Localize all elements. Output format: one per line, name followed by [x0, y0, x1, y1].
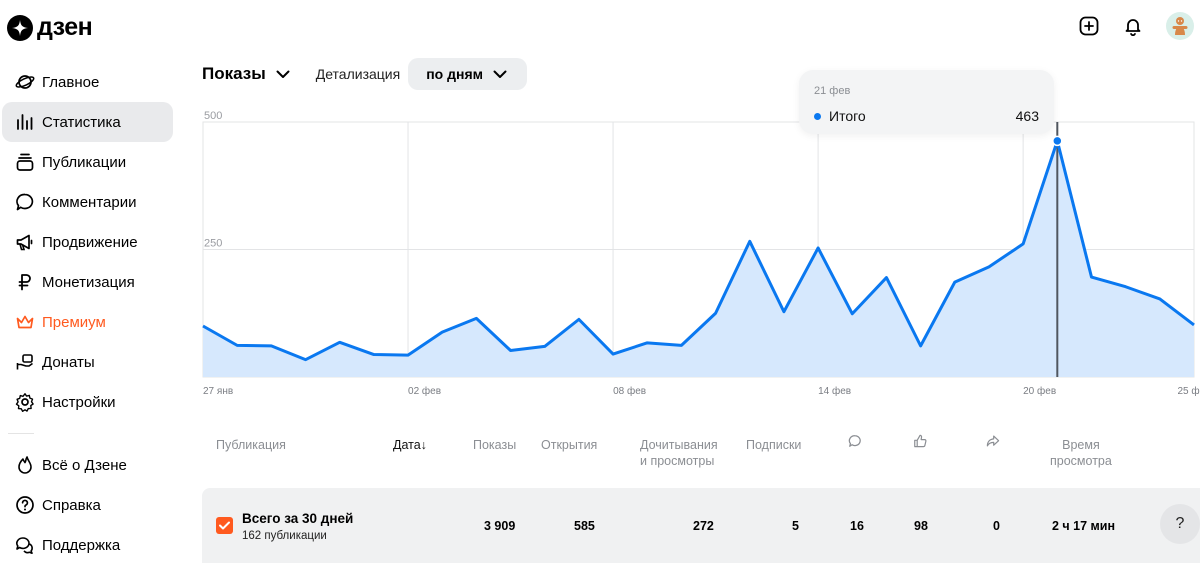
- summary-reads: 272: [693, 519, 714, 533]
- metric-dropdown[interactable]: Показы: [202, 64, 290, 84]
- data-point: [781, 309, 787, 315]
- select-all-checkbox[interactable]: [216, 517, 233, 534]
- data-point: [952, 279, 958, 285]
- x-tick-label: 27 янв: [203, 386, 233, 397]
- data-point: [303, 357, 309, 363]
- x-tick-label: 25 фев: [1177, 385, 1200, 397]
- col-header-reads[interactable]: Дочитывания и просмотры: [640, 437, 718, 469]
- chart-controls: Показы Детализация по дням: [202, 58, 527, 90]
- data-point: [1123, 284, 1129, 290]
- col-header-date[interactable]: Дата↓: [393, 437, 427, 453]
- sidebar-item-label: Поддержка: [42, 536, 121, 554]
- x-tick-label: 08 фев: [613, 385, 646, 397]
- summary-watch-time: 2 ч 17 мин: [1052, 519, 1116, 533]
- data-point: [883, 275, 889, 281]
- summary-subtitle: 162 публикации: [242, 530, 327, 542]
- summary-likes: 98: [914, 519, 928, 533]
- series-dot-icon: [814, 112, 821, 120]
- question-circle-icon: [14, 494, 36, 516]
- data-point: [439, 329, 445, 335]
- data-point: [713, 310, 719, 316]
- chat-bubbles-icon: [14, 534, 36, 556]
- data-point: [405, 352, 411, 358]
- summary-subscriptions: 5: [792, 519, 799, 533]
- detail-value: по дням: [426, 66, 483, 82]
- sidebar-item-label: Всё о Дзене: [42, 456, 127, 474]
- chart-tooltip: 21 фев Итого 463: [799, 70, 1054, 134]
- summary-shares: 0: [993, 519, 1000, 533]
- data-point: [200, 323, 206, 329]
- impressions-chart[interactable]: 025050027 янв02 фев08 фев14 фев20 фев25 …: [0, 100, 1200, 405]
- sidebar-item-label: Справка: [42, 496, 101, 514]
- data-point: [371, 352, 377, 358]
- y-tick-label: 500: [204, 110, 222, 122]
- tooltip-row: Итого 463: [814, 108, 1039, 124]
- data-point: [576, 316, 582, 322]
- sidebar-item-main[interactable]: Главное: [2, 62, 173, 102]
- tooltip-series: Итого: [829, 108, 866, 124]
- col-header-watch-time[interactable]: Время просмотра: [1050, 437, 1112, 469]
- chevron-down-icon: [276, 64, 290, 84]
- summary-impressions: 3 909: [484, 519, 516, 533]
- sidebar-item-support[interactable]: Поддержка: [2, 525, 173, 563]
- data-point: [234, 342, 240, 348]
- help-button[interactable]: ?: [1160, 504, 1200, 544]
- data-point: [268, 343, 274, 349]
- summary-comments: 16: [850, 519, 864, 533]
- sidebar-item-help[interactable]: Справка: [2, 485, 173, 525]
- dzen-logo[interactable]: дзен: [7, 13, 93, 42]
- thumbs-up-icon[interactable]: [913, 434, 929, 450]
- comment-icon[interactable]: [848, 434, 864, 450]
- data-point: [473, 315, 479, 321]
- summary-opens: 585: [574, 519, 595, 533]
- tooltip-date: 21 фев: [814, 85, 851, 97]
- flame-icon: [14, 454, 36, 476]
- data-point: [678, 342, 684, 348]
- data-point: [508, 347, 514, 353]
- planet-icon: [14, 71, 36, 93]
- data-point: [747, 238, 753, 244]
- sidebar-item-label: Главное: [42, 73, 100, 91]
- summary-row: Всего за 30 дней 162 публикации 3 909 58…: [202, 488, 1200, 563]
- data-point: [918, 343, 924, 349]
- header-actions: [1078, 12, 1194, 40]
- data-point: [1191, 322, 1197, 328]
- sidebar-item-about[interactable]: Всё о Дзене: [2, 445, 173, 485]
- detail-dropdown[interactable]: по дням: [408, 58, 527, 90]
- col-header-impressions[interactable]: Показы: [473, 437, 516, 453]
- highlight-point: [1052, 135, 1063, 147]
- data-point: [644, 340, 650, 346]
- data-point: [337, 339, 343, 345]
- y-tick-label: 250: [204, 238, 222, 250]
- chevron-down-icon: [493, 66, 507, 82]
- dzen-star-icon: [7, 14, 33, 41]
- data-point: [1020, 241, 1026, 247]
- share-icon[interactable]: [986, 434, 1002, 450]
- data-point: [610, 351, 616, 357]
- data-point: [986, 264, 992, 270]
- col-header-publication[interactable]: Публикация: [216, 437, 286, 453]
- data-point: [815, 245, 821, 251]
- x-tick-label: 20 фев: [1023, 385, 1056, 397]
- plus-square-icon[interactable]: [1078, 15, 1100, 37]
- x-tick-label: 14 фев: [818, 385, 851, 397]
- col-header-subscriptions[interactable]: Подписки: [746, 437, 801, 453]
- brand-name: дзен: [37, 13, 93, 41]
- summary-title: Всего за 30 дней: [242, 511, 354, 526]
- detail-label: Детализация: [315, 66, 401, 82]
- sidebar-divider: [8, 433, 34, 434]
- data-point: [542, 343, 548, 349]
- data-point: [1157, 296, 1163, 302]
- data-point: [849, 311, 855, 317]
- avatar[interactable]: [1166, 12, 1194, 40]
- metric-label: Показы: [202, 64, 266, 83]
- col-header-opens[interactable]: Открытия: [541, 437, 597, 453]
- bell-icon[interactable]: [1122, 15, 1144, 37]
- tooltip-value: 463: [1015, 108, 1039, 124]
- x-tick-label: 02 фев: [408, 385, 441, 397]
- data-point: [1088, 274, 1094, 280]
